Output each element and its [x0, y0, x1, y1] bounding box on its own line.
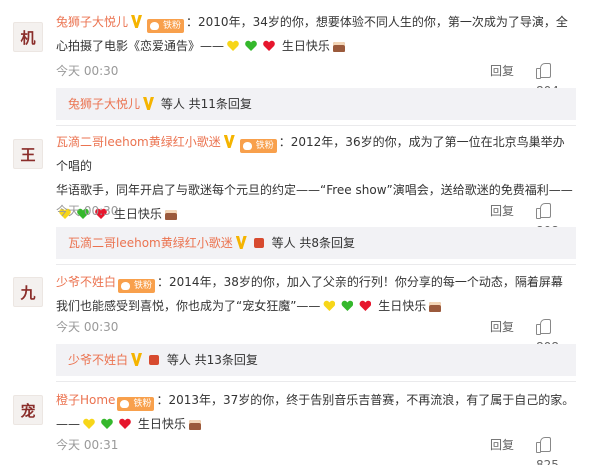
comment-body: 少爷不姓白 铁粉 ：2014年，38岁的你，加入了父亲的行列！你分享的每一个动态，隔…	[56, 270, 576, 318]
vip-icon[interactable]	[223, 135, 236, 148]
avatar[interactable]: 九	[13, 277, 43, 307]
subreply-user[interactable]: 少爷不姓白	[68, 353, 128, 367]
comment-meta: 今天 00:30 回复 808	[56, 201, 576, 238]
subreply-count[interactable]: 等人 共13条回复	[167, 353, 258, 367]
cake-icon	[332, 39, 346, 53]
subreply-count[interactable]: 等人 共11条回复	[161, 97, 252, 111]
thumb-up-icon	[536, 319, 551, 335]
comment-text-line2: 华语歌手，同年开启了与歌迷每个元旦的约定——“Free show”演唱会，送给歌…	[56, 183, 573, 197]
avatar-glyph: 机	[20, 28, 36, 47]
comment-text-line2: 我们也能感受到喜悦，你也成为了“宠女狂魔”——	[56, 299, 321, 313]
subreply-bar[interactable]: 瓦滴二哥leehom黄绿红小歌迷 等人 共8条回复	[56, 227, 576, 259]
like-count: 825	[536, 458, 559, 465]
username-link[interactable]: 瓦滴二哥leehom黄绿红小歌迷	[56, 135, 221, 149]
fan-badge[interactable]: 铁粉	[239, 139, 277, 153]
comment-tail: 生日快乐	[281, 39, 330, 53]
timestamp: 今天 00:30	[56, 320, 119, 334]
red-heart-icon	[358, 299, 372, 313]
subreply-bar[interactable]: 兔狮子大悦儿 等人 共11条回复	[56, 88, 576, 120]
divider	[56, 125, 576, 126]
thumb-up-icon	[536, 203, 551, 219]
thumb-up-icon	[536, 437, 551, 453]
cake-icon	[428, 299, 442, 313]
avatar-glyph: 宠	[20, 401, 36, 420]
vip-icon[interactable]	[130, 15, 143, 28]
green-heart-icon	[340, 299, 354, 313]
comment-meta: 今天 00:31 回复 825	[56, 435, 576, 465]
fan-badge[interactable]: 铁粉	[117, 397, 155, 411]
timestamp: 今天 00:30	[56, 204, 119, 218]
subreply-bar[interactable]: 少爷不姓白 等人 共13条回复	[56, 344, 576, 376]
fan-badge[interactable]: 铁粉	[118, 279, 156, 293]
comment-body: 橙子Home 铁粉 ：2013年，37岁的你，终于告别音乐吉普赛，不再流浪，有了属于…	[56, 388, 576, 436]
comment-text: ：2013年，37岁的你，终于告别音乐吉普赛，不再流浪，有了属于自己的家。	[156, 393, 575, 407]
avatar-glyph: 王	[20, 145, 36, 164]
yellow-heart-icon	[82, 417, 96, 431]
medal-icon	[252, 236, 266, 250]
green-heart-icon	[100, 417, 114, 431]
subreply-user[interactable]: 瓦滴二哥leehom黄绿红小歌迷	[68, 236, 233, 250]
avatar[interactable]: 机	[13, 22, 43, 52]
red-heart-icon	[262, 39, 276, 53]
timestamp: 今天 00:31	[56, 438, 119, 452]
subreply-count[interactable]: 等人 共8条回复	[272, 236, 355, 250]
thumb-up-icon	[536, 63, 551, 79]
avatar[interactable]: 宠	[13, 395, 43, 425]
yellow-heart-icon	[226, 39, 240, 53]
reply-button[interactable]: 回复	[490, 317, 514, 337]
reply-button[interactable]: 回复	[490, 201, 514, 221]
timestamp: 今天 00:30	[56, 64, 119, 78]
cake-icon	[188, 417, 202, 431]
reply-button[interactable]: 回复	[490, 435, 514, 455]
comment-tail: 生日快乐	[137, 417, 186, 431]
fan-badge[interactable]: 铁粉	[147, 19, 185, 33]
avatar[interactable]: 王	[13, 139, 43, 169]
comment-meta: 今天 00:30 回复 808	[56, 317, 576, 354]
vip-icon	[142, 97, 155, 110]
divider	[56, 381, 576, 382]
comment-text-line2: ——	[56, 417, 80, 431]
username-link[interactable]: 橙子Home	[56, 393, 115, 407]
reply-button[interactable]: 回复	[490, 61, 514, 81]
like-button[interactable]: 825	[536, 435, 576, 465]
comment-tail: 生日快乐	[378, 299, 427, 313]
yellow-heart-icon	[322, 299, 336, 313]
divider	[56, 264, 576, 265]
username-link[interactable]: 少爷不姓白	[56, 275, 116, 289]
comment-text-line1: ：2014年，38岁的你，加入了父亲的行列！你分享的每一个动态，隔着屏幕	[157, 275, 563, 289]
green-heart-icon	[244, 39, 258, 53]
username-link[interactable]: 兔狮子大悦儿	[56, 15, 128, 29]
red-heart-icon	[118, 417, 132, 431]
comment-meta: 今天 00:30 回复 804	[56, 61, 576, 98]
medal-icon	[147, 353, 161, 367]
vip-icon	[235, 236, 248, 249]
vip-icon	[130, 353, 143, 366]
comment-body: 兔狮子大悦儿 铁粉 ：2010年，34岁的你，想要体验不同人生的你，第一次成为了导演…	[56, 10, 576, 58]
avatar-glyph: 九	[20, 283, 36, 302]
subreply-user[interactable]: 兔狮子大悦儿	[68, 97, 140, 111]
